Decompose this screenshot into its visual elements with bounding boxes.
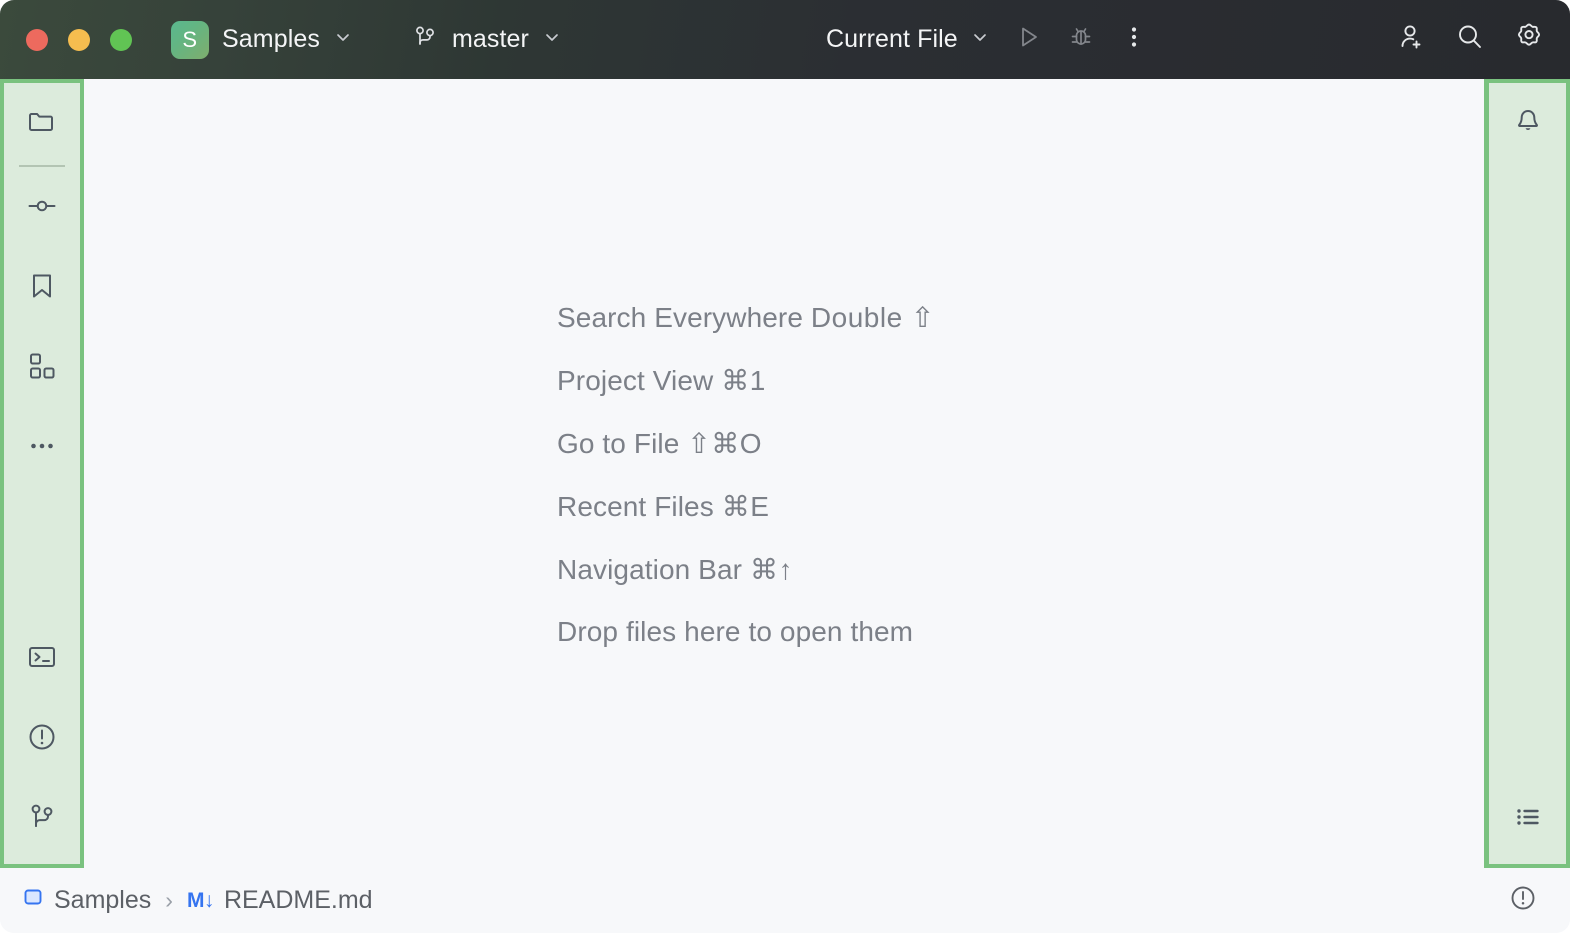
chevron-down-icon	[333, 27, 353, 52]
sidebar-item-more[interactable]	[15, 421, 69, 475]
bookmark-icon	[26, 270, 58, 307]
tip-drop-files: Drop files here to open them	[557, 616, 935, 648]
tip-recent-files: Recent Files ⌘E	[557, 490, 935, 523]
window-controls	[26, 29, 132, 51]
sidebar-item-commit[interactable]	[15, 181, 69, 235]
status-bar: Samples › M↓ README.md	[0, 868, 1570, 933]
sidebar-item-notifications[interactable]	[1501, 97, 1555, 151]
commit-icon	[26, 190, 58, 227]
close-window-button[interactable]	[26, 29, 48, 51]
search-button[interactable]	[1447, 17, 1493, 63]
gear-icon	[1512, 20, 1546, 59]
run-toolbar: Current File	[818, 0, 1157, 79]
more-horizontal-icon	[26, 430, 58, 467]
run-button[interactable]	[1005, 17, 1051, 63]
problems-icon	[26, 721, 58, 758]
sidebar-item-project[interactable]	[15, 97, 69, 151]
list-structure-icon	[1512, 801, 1544, 838]
sidebar-item-terminal[interactable]	[15, 632, 69, 686]
sidebar-item-problems[interactable]	[15, 712, 69, 766]
tip-label: Project View	[557, 365, 713, 396]
tip-shortcut: ⌘1	[721, 365, 766, 396]
debug-icon	[1067, 23, 1095, 56]
tip-go-to-file: Go to File ⇧⌘O	[557, 427, 935, 460]
tip-navigation-bar: Navigation Bar ⌘↑	[557, 553, 935, 586]
project-name-label: Samples	[222, 25, 320, 54]
tip-shortcut: Double ⇧	[811, 302, 935, 333]
module-icon	[22, 886, 44, 915]
add-user-icon	[1394, 20, 1428, 59]
search-icon	[1453, 20, 1487, 59]
ide-window: S Samples master Current File	[0, 0, 1570, 933]
terminal-icon	[26, 641, 58, 678]
chevron-down-icon	[542, 27, 562, 52]
ide-problems-button[interactable]	[1496, 874, 1550, 928]
settings-button[interactable]	[1506, 17, 1552, 63]
more-vertical-icon	[1121, 24, 1147, 55]
left-tool-rail-highlight	[0, 79, 84, 868]
sidebar-item-structure[interactable]	[1501, 792, 1555, 846]
tip-label: Search Everywhere	[557, 302, 803, 333]
services-grid-icon	[26, 350, 58, 387]
branch-selector[interactable]: master	[402, 18, 571, 61]
project-logo: S	[171, 21, 209, 59]
breadcrumb: Samples › M↓ README.md	[22, 886, 373, 915]
code-with-me-button[interactable]	[1388, 17, 1434, 63]
title-bar: S Samples master Current File	[0, 0, 1570, 79]
empty-state-tip-list: Search Everywhere Double ⇧ Project View …	[557, 301, 935, 648]
run-icon	[1014, 23, 1042, 56]
ide-body: Search Everywhere Double ⇧ Project View …	[0, 79, 1570, 868]
sidebar-item-version-control[interactable]	[15, 792, 69, 846]
bell-icon	[1512, 106, 1544, 143]
editor-empty-state[interactable]: Search Everywhere Double ⇧ Project View …	[84, 79, 1484, 868]
breadcrumb-item-module[interactable]: Samples	[22, 886, 151, 915]
git-branch-icon	[26, 801, 58, 838]
breadcrumb-item-file[interactable]: M↓ README.md	[187, 886, 373, 915]
tip-label: Go to File	[557, 428, 679, 459]
git-branch-icon	[411, 23, 439, 56]
run-configuration-label: Current File	[826, 25, 958, 54]
title-bar-right-actions	[1388, 0, 1552, 79]
more-actions-button[interactable]	[1111, 17, 1157, 63]
tip-shortcut: ⇧⌘O	[687, 428, 762, 459]
tip-search-everywhere: Search Everywhere Double ⇧	[557, 301, 935, 334]
minimize-window-button[interactable]	[68, 29, 90, 51]
tip-label: Drop files here to open them	[557, 616, 913, 647]
breadcrumb-separator: ›	[162, 887, 176, 914]
right-tool-rail	[1489, 83, 1566, 864]
rail-divider	[19, 165, 65, 167]
sidebar-item-bookmarks[interactable]	[15, 261, 69, 315]
branch-name-label: master	[452, 25, 529, 54]
markdown-icon: M↓	[187, 889, 214, 913]
maximize-window-button[interactable]	[110, 29, 132, 51]
run-configuration-selector[interactable]: Current File	[818, 20, 998, 59]
sidebar-item-services[interactable]	[15, 341, 69, 395]
exclamation-circle-icon	[1508, 883, 1538, 918]
status-bar-right-actions	[1496, 874, 1550, 928]
tip-project-view: Project View ⌘1	[557, 364, 935, 397]
tip-shortcut: ⌘E	[722, 491, 770, 522]
project-selector[interactable]: S Samples	[166, 16, 362, 64]
right-tool-rail-highlight	[1484, 79, 1570, 868]
tip-label: Recent Files	[557, 491, 714, 522]
chevron-down-icon	[970, 27, 990, 52]
breadcrumb-label: Samples	[54, 886, 151, 915]
debug-button[interactable]	[1058, 17, 1104, 63]
tip-label: Navigation Bar	[557, 554, 742, 585]
breadcrumb-label: README.md	[224, 886, 373, 915]
tip-shortcut: ⌘↑	[750, 554, 793, 585]
left-tool-rail	[4, 83, 80, 864]
folder-icon	[26, 106, 58, 143]
